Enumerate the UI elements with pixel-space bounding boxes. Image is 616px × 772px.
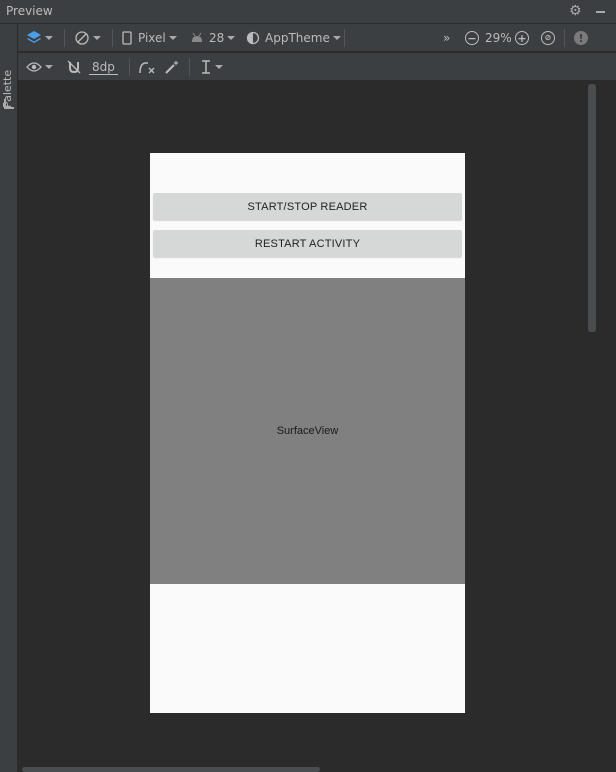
autoconnect-toggle[interactable] [66,57,82,77]
design-toolbar-top: Pixel 28 AppTheme » − 29% + ⊘ ! [18,24,616,52]
restart-activity-button[interactable]: RESTART ACTIVITY [153,230,462,257]
zoom-in-button[interactable]: + [515,28,529,48]
android-icon [192,32,202,42]
palette-icon [4,99,14,109]
zoom-fit-icon: ⊘ [541,31,555,45]
surface-view-label: SurfaceView [276,425,339,437]
chevron-down-icon [215,65,223,69]
chevron-down-icon [45,65,53,69]
design-toolbar-bottom: 8dp [18,53,616,81]
guidelines-dropdown[interactable] [200,57,223,77]
issues-button[interactable]: ! [574,28,588,48]
design-surface-dropdown[interactable] [26,28,53,48]
panel-title: Preview [6,4,53,18]
minimize-icon[interactable] [596,11,605,13]
margin-label: 8dp [89,60,118,75]
rotate-device-icon [75,31,89,45]
layers-icon [27,31,41,43]
orientation-dropdown[interactable] [74,28,101,48]
surface-view[interactable]: SurfaceView [150,278,465,584]
zoom-to-fit-button[interactable]: ⊘ [541,28,555,48]
toolbar-divider [129,58,130,76]
overflow-icon: » [443,31,451,45]
default-margin-dropdown[interactable]: 8dp [89,57,118,77]
toolbar-divider [344,29,345,47]
gear-icon[interactable]: ⚙ [569,3,582,19]
zoom-level-label: 29% [485,31,512,45]
phone-icon [122,31,132,45]
chevron-down-icon [168,36,177,40]
zoom-level: 29% [485,28,512,48]
eye-icon [26,62,42,72]
horizontal-scrollbar[interactable] [22,767,320,772]
chevron-down-icon [45,36,53,40]
infer-constraints-button[interactable] [164,57,180,77]
device-preview[interactable]: START/STOP READER RESTART ACTIVITY Surfa… [150,153,465,713]
guideline-icon [202,60,210,74]
toolbar-divider [112,29,113,47]
device-label: Pixel [138,31,166,45]
toolbar-divider [64,29,65,47]
toolbar-divider [564,29,565,47]
preview-title-bar: Preview ⚙ [0,0,616,24]
theme-label: AppTheme [265,31,330,45]
zoom-in-icon: + [515,31,529,45]
api-level-dropdown[interactable]: 28 [190,28,236,48]
device-dropdown[interactable]: Pixel [122,28,177,48]
clear-constraints-button[interactable] [138,57,156,77]
view-options-dropdown[interactable] [26,57,53,77]
zoom-out-icon: − [465,31,479,45]
toolbar-overflow-button[interactable]: » [443,28,450,48]
toolbar-divider [189,58,190,76]
clear-constraints-icon [139,62,155,74]
theme-dropdown[interactable]: AppTheme [246,28,341,48]
magnet-off-icon [67,60,81,74]
theme-icon [246,31,260,45]
palette-side-tab[interactable]: Palette [0,24,18,772]
vertical-scrollbar[interactable] [588,84,596,332]
chevron-down-icon [332,36,341,40]
start-stop-reader-button[interactable]: START/STOP READER [153,193,462,220]
api-level-label: 28 [209,31,225,45]
chevron-down-icon [227,36,236,40]
zoom-out-button[interactable]: − [465,28,479,48]
chevron-down-icon [93,36,101,40]
warning-icon: ! [574,31,588,45]
magic-wand-icon [165,60,179,74]
